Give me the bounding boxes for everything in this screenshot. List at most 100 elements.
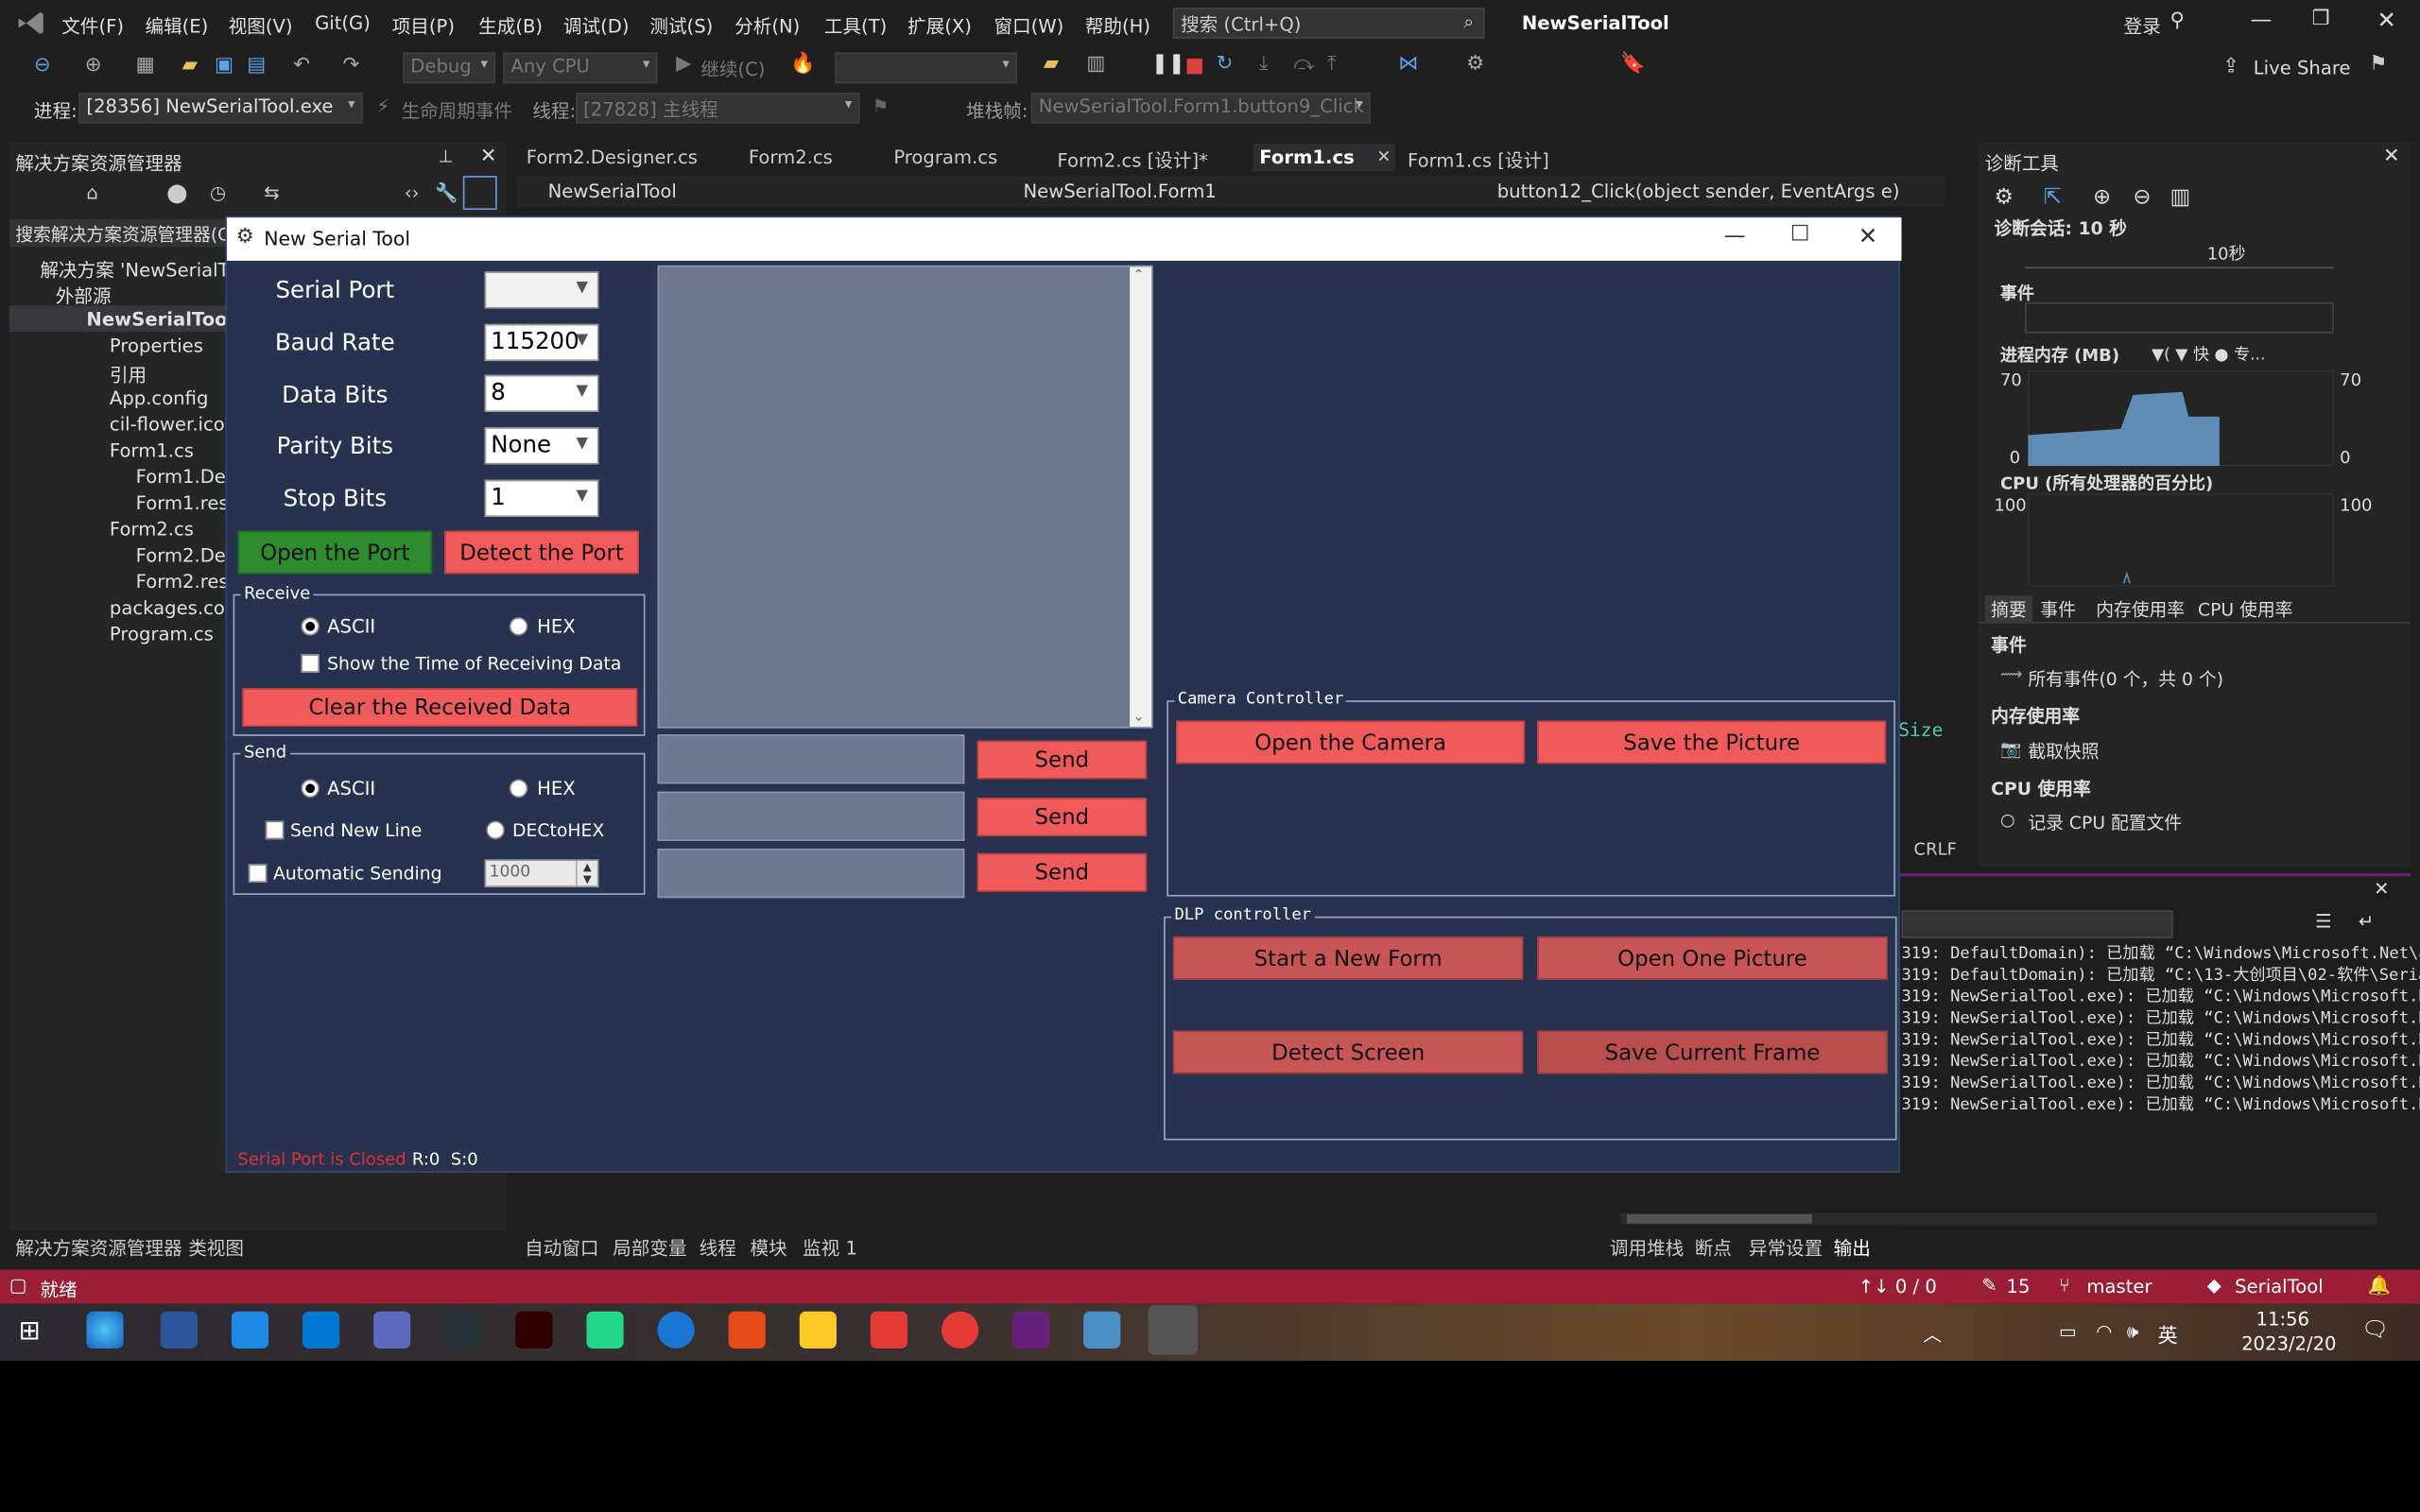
bottom-tab-breakpoints[interactable]: 断点	[1695, 1234, 1732, 1261]
illustrator-icon[interactable]	[515, 1311, 553, 1349]
action-center-icon[interactable]: 🗨	[2361, 1317, 2389, 1342]
account-icon[interactable]: ⚲	[2170, 9, 2186, 32]
stack-frame-select[interactable]: NewSerialTool.Form1.button9_Click ▾	[1030, 92, 1371, 124]
menu-file[interactable]: 文件(F)	[61, 12, 124, 39]
save-icon[interactable]: ▣	[215, 54, 233, 77]
step-over-icon[interactable]: ⤼	[1293, 53, 1315, 76]
automatic-sending-checkbox[interactable]	[248, 864, 268, 883]
menu-test[interactable]: 测试(S)	[649, 12, 713, 39]
tab-events[interactable]: 事件	[2040, 597, 2076, 622]
parity-bits-select[interactable]: None ▼	[484, 427, 599, 465]
tree-references[interactable]: 引用	[110, 361, 147, 387]
send-input-2[interactable]	[657, 791, 965, 841]
nav-project[interactable]: NewSerialTool	[548, 180, 677, 202]
forward-icon[interactable]: ⊕	[85, 54, 102, 77]
form-maximize-icon[interactable]: ☐	[1790, 222, 1810, 247]
receive-hex-radio[interactable]	[509, 617, 528, 636]
open-one-picture-button[interactable]: Open One Picture	[1537, 936, 1888, 980]
tab-memory-usage[interactable]: 内存使用率	[2096, 597, 2185, 622]
start-icon[interactable]: ⊞	[19, 1316, 41, 1348]
git-changes-counter[interactable]: ↑↓ 0 / 0	[1858, 1276, 1937, 1297]
scroll-down-icon[interactable]: ⌄	[1132, 710, 1144, 725]
undo-icon[interactable]: ↶	[293, 54, 310, 77]
menu-build[interactable]: 生成(B)	[478, 12, 543, 39]
menu-view[interactable]: 视图(V)	[229, 12, 293, 39]
tree-program[interactable]: Program.cs	[110, 624, 214, 645]
tab-form2-design[interactable]: Form2.cs [设计]*	[1051, 144, 1215, 171]
history-icon[interactable]: ◷	[210, 182, 226, 204]
save-current-frame-button[interactable]: Save Current Frame	[1537, 1030, 1888, 1074]
record-cpu-profile-button[interactable]: 记录 CPU 配置文件	[2028, 810, 2182, 834]
reset-zoom-icon[interactable]: ▥	[2170, 185, 2191, 210]
menu-project[interactable]: 项目(P)	[392, 12, 455, 39]
properties-icon[interactable]: 🔧	[435, 182, 458, 204]
close-panel-icon[interactable]: ✕	[480, 145, 497, 167]
send-button-3[interactable]: Send	[977, 852, 1148, 892]
take-snapshot-button[interactable]: 截取快照	[2028, 739, 2099, 764]
preview-icon[interactable]	[462, 176, 497, 211]
hot-reload-icon[interactable]: 🔥	[790, 53, 815, 76]
new-serial-tool-taskbar-icon[interactable]	[1148, 1305, 1198, 1355]
received-data-textarea[interactable]: ⌃ ⌄	[657, 265, 1153, 729]
serial-tool-icon[interactable]	[1083, 1311, 1121, 1349]
pending-changes[interactable]: 15	[2007, 1276, 2031, 1297]
menu-edit[interactable]: 编辑(E)	[145, 12, 208, 39]
music-icon[interactable]	[941, 1311, 979, 1349]
stepper-arrows-icon[interactable]: ▲ ▼	[575, 861, 597, 886]
pin-icon[interactable]: ⊥	[439, 146, 454, 166]
pycharm-icon[interactable]	[586, 1311, 624, 1349]
solution-search-input[interactable]: 搜索解决方案资源管理器(C	[9, 218, 235, 248]
platform-select[interactable]: Any CPU ▾	[503, 52, 658, 84]
network-app-icon[interactable]	[444, 1311, 482, 1349]
bottom-tab-exception-settings[interactable]: 异常设置	[1749, 1234, 1823, 1261]
all-events-link[interactable]: 所有事件(0 个，共 0 个)	[2028, 666, 2223, 691]
close-output-icon[interactable]: ✕	[2374, 878, 2389, 900]
clock-time[interactable]: 11:56	[2244, 1309, 2322, 1331]
code-icon[interactable]: ‹›	[405, 182, 420, 204]
form-close-icon[interactable]: ✕	[1858, 222, 1878, 249]
detect-screen-button[interactable]: Detect Screen	[1172, 1030, 1524, 1074]
tree-solution[interactable]: 解决方案 'NewSerialT	[40, 256, 229, 283]
edge-icon[interactable]	[86, 1311, 124, 1349]
step-into-icon[interactable]: ⤓	[1259, 53, 1268, 76]
save-picture-button[interactable]: Save the Picture	[1537, 720, 1887, 765]
live-share-button[interactable]: Live Share	[2254, 57, 2351, 78]
ime-indicator[interactable]: 英	[2158, 1319, 2178, 1348]
nav-member[interactable]: button12_Click(object sender, EventArgs …	[1497, 180, 1900, 202]
close-icon[interactable]: ✕	[2377, 7, 2396, 34]
word-wrap-icon[interactable]: ↵	[2359, 910, 2374, 932]
send-input-3[interactable]	[657, 848, 965, 899]
volume-icon[interactable]: 🕪	[2127, 1321, 2138, 1344]
bottom-tab-watch[interactable]: 监视 1	[803, 1234, 857, 1261]
branch-name[interactable]: master	[2086, 1276, 2152, 1297]
tree-icon-file[interactable]: cil-flower.ico	[110, 414, 225, 436]
receive-ascii-radio[interactable]	[301, 617, 320, 636]
nav-class[interactable]: NewSerialTool.Form1	[1023, 180, 1216, 202]
settings-icon[interactable]: ⚙	[1994, 185, 2014, 210]
clear-all-icon[interactable]: ☰	[2315, 910, 2332, 932]
send-interval-stepper[interactable]: 1000 ▲ ▼	[484, 859, 599, 887]
tab-form1-design[interactable]: Form1.cs [设计]	[1401, 144, 1555, 171]
bottom-tab-class-view[interactable]: 类视图	[188, 1234, 244, 1261]
continue-button[interactable]: 继续(C)	[700, 56, 765, 82]
tree-packages-config[interactable]: packages.conf	[110, 597, 243, 619]
receive-scrollbar[interactable]: ⌃ ⌄	[1130, 266, 1151, 728]
clear-received-button[interactable]: Clear the Received Data	[242, 688, 638, 728]
login-link[interactable]: 登录	[2124, 12, 2161, 39]
menu-analyze[interactable]: 分析(N)	[735, 12, 800, 39]
pen-app-icon[interactable]	[373, 1311, 411, 1349]
send-button-2[interactable]: Send	[977, 798, 1148, 836]
tree-form2-designer[interactable]: Form2.Des	[136, 544, 235, 566]
zoom-in-icon[interactable]: ⊕	[2093, 185, 2111, 210]
zoom-out-icon[interactable]: ⊖	[2133, 185, 2151, 210]
bottom-tab-solution-explorer[interactable]: 解决方案资源管理器	[15, 1234, 182, 1261]
tree-form1[interactable]: Form1.cs	[110, 439, 194, 461]
show-time-checkbox[interactable]	[301, 654, 320, 673]
dictionary-icon[interactable]	[870, 1311, 908, 1349]
search-input[interactable]: 搜索 (Ctrl+Q) ⌕	[1172, 8, 1485, 39]
send-input-1[interactable]	[657, 734, 965, 784]
diagnostics-icon[interactable]: ⋈	[1398, 53, 1418, 76]
form-minimize-icon[interactable]: —	[1724, 224, 1746, 249]
bottom-tab-call-stack[interactable]: 调用堆栈	[1610, 1234, 1684, 1261]
redo-icon[interactable]: ↷	[342, 54, 359, 77]
